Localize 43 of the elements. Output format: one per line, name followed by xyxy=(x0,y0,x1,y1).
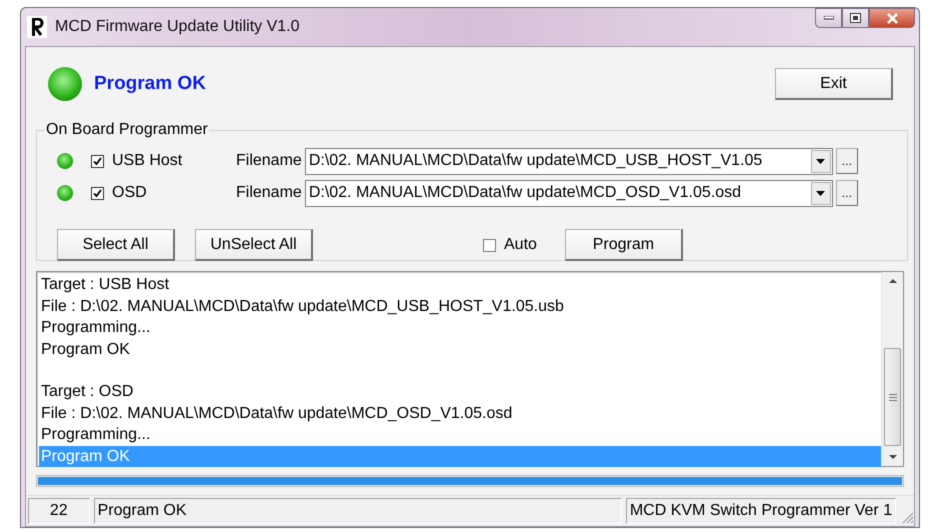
filename-label: Filename xyxy=(236,184,302,202)
log-line[interactable]: Target : OSD xyxy=(39,381,881,402)
dropdown-arrow-icon xyxy=(816,190,826,196)
log-line[interactable]: File : D:\02. MANUAL\MCD\Data\fw update\MCD_USB_HOST_V1.05.usb xyxy=(39,296,881,317)
maximize-button[interactable] xyxy=(842,8,869,28)
scroll-up-icon[interactable] xyxy=(888,279,896,283)
checkbox[interactable] xyxy=(91,154,104,168)
unselect-all-button[interactable]: UnSelect All xyxy=(195,229,313,261)
exit-button[interactable]: Exit xyxy=(775,68,893,100)
program-button[interactable]: Program xyxy=(564,229,683,261)
select-all-button[interactable]: Select All xyxy=(57,229,175,261)
log-line[interactable]: Target : USB Host xyxy=(39,274,881,296)
minimize-button[interactable] xyxy=(815,8,842,28)
device-label: OSD xyxy=(112,184,148,202)
checkbox[interactable] xyxy=(483,238,496,252)
resize-grip-icon[interactable] xyxy=(900,510,914,524)
browse-button[interactable]: ... xyxy=(836,148,858,174)
status-text: Program OK xyxy=(94,498,622,524)
scrollbar[interactable] xyxy=(881,272,903,466)
log-line[interactable]: Programming... xyxy=(39,424,881,446)
auto-label: Auto xyxy=(504,236,537,254)
checkbox[interactable] xyxy=(91,186,104,200)
window-title: MCD Firmware Update Utility V1.0 xyxy=(55,18,300,36)
status-message: Program OK xyxy=(94,73,206,95)
dropdown-arrow-icon xyxy=(816,158,826,164)
browse-button[interactable]: ... xyxy=(836,180,858,206)
filename-dropdown[interactable]: D:\02. MANUAL\MCD\Data\fw update\MCD_OSD_V1.05.osd xyxy=(304,180,833,206)
app-logo-icon xyxy=(27,16,47,38)
filename-dropdown[interactable]: D:\02. MANUAL\MCD\Data\fw update\MCD_USB_HOST_V1.05 xyxy=(304,148,833,174)
device-label: USB Host xyxy=(112,152,184,170)
version-text: MCD KVM Switch Programmer Ver 1 xyxy=(626,498,896,524)
grip-lines-icon xyxy=(888,394,896,400)
maximize-icon xyxy=(850,13,861,23)
log-line[interactable]: File : D:\02. MANUAL\MCD\Data\fw update\MCD_OSD_V1.05.osd xyxy=(39,402,881,424)
log-line[interactable]: Programming... xyxy=(39,317,881,338)
group-title: On Board Programmer xyxy=(45,121,209,139)
count-text: 22 xyxy=(28,498,90,524)
scroll-down-icon[interactable] xyxy=(888,455,896,459)
close-icon xyxy=(886,12,898,24)
log-line[interactable]: Program OK xyxy=(39,338,881,360)
filename-label: Filename xyxy=(236,152,302,170)
minimize-icon xyxy=(824,16,834,20)
close-button[interactable] xyxy=(869,8,915,28)
